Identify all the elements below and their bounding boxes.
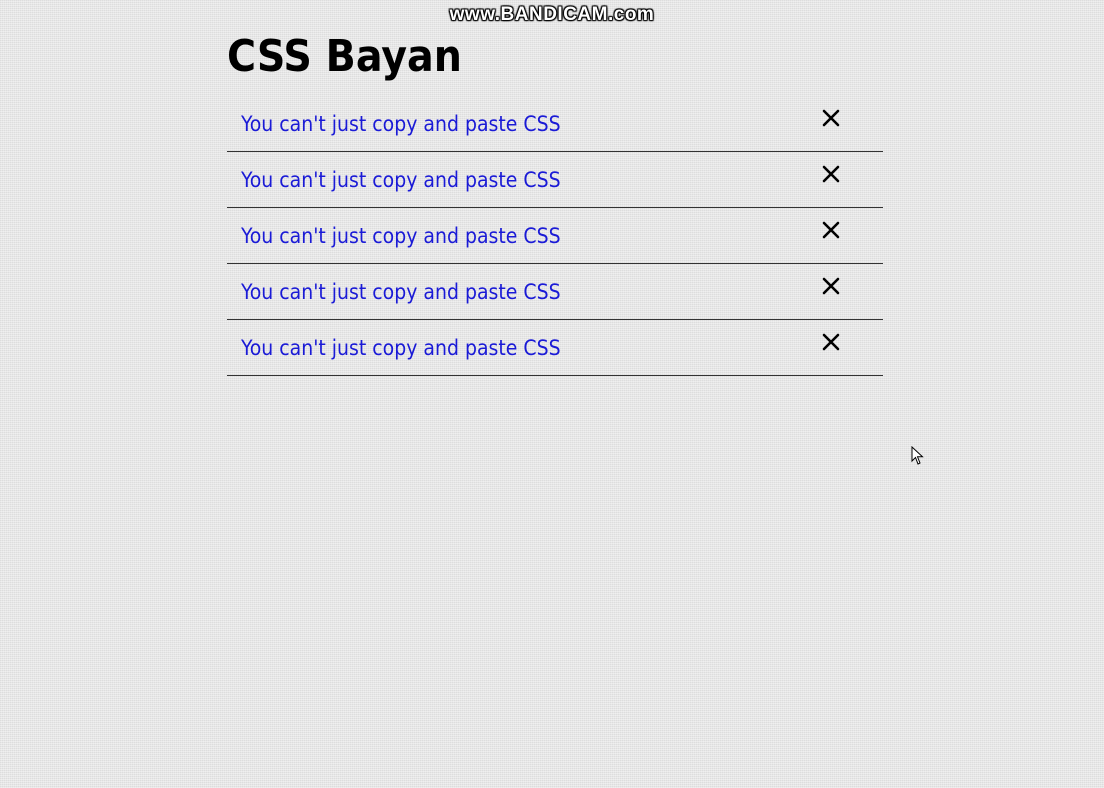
accordion-item-title[interactable]: You can't just copy and paste CSS: [241, 112, 561, 136]
accordion-list: You can't just copy and paste CSS You ca…: [227, 96, 883, 376]
accordion-item-title[interactable]: You can't just copy and paste CSS: [241, 280, 561, 304]
accordion-item-title[interactable]: You can't just copy and paste CSS: [241, 336, 561, 360]
accordion-item-title[interactable]: You can't just copy and paste CSS: [241, 168, 561, 192]
close-icon[interactable]: [821, 276, 841, 296]
accordion-item: You can't just copy and paste CSS: [227, 152, 883, 208]
mouse-pointer-icon: [911, 445, 925, 466]
accordion-item: You can't just copy and paste CSS: [227, 96, 883, 152]
accordion-item: You can't just copy and paste CSS: [227, 320, 883, 376]
recording-watermark: www.BANDICAM.com: [449, 4, 655, 25]
close-icon[interactable]: [821, 108, 841, 128]
page-container: CSS Bayan You can't just copy and paste …: [227, 28, 883, 376]
accordion-item-title[interactable]: You can't just copy and paste CSS: [241, 224, 561, 248]
close-icon[interactable]: [821, 220, 841, 240]
close-icon[interactable]: [821, 332, 841, 352]
close-icon[interactable]: [821, 164, 841, 184]
page-title: CSS Bayan: [227, 31, 462, 82]
accordion-item: You can't just copy and paste CSS: [227, 264, 883, 320]
accordion-item: You can't just copy and paste CSS: [227, 208, 883, 264]
